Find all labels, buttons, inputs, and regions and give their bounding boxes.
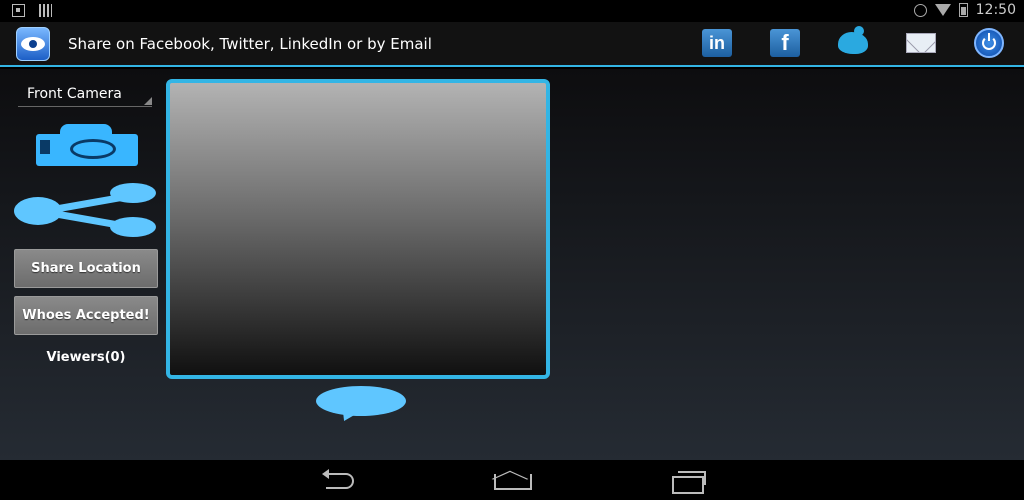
app-screen: 12:50 Share on Facebook, Twitter, Linked… [0, 0, 1024, 500]
action-bar: Share on Facebook, Twitter, LinkedIn or … [0, 22, 1024, 67]
app-title: Share on Facebook, Twitter, LinkedIn or … [68, 35, 432, 53]
whoes-accepted-button[interactable]: Whoes Accepted! [14, 296, 158, 335]
viewers-count: Viewers(0) [46, 350, 126, 365]
back-icon[interactable] [320, 468, 360, 492]
chat-button[interactable] [316, 386, 406, 425]
facebook-button[interactable]: f [768, 29, 802, 57]
email-icon [906, 33, 936, 53]
download-icon [12, 4, 25, 17]
power-button[interactable] [972, 28, 1006, 58]
camera-select-value: Front Camera [27, 86, 122, 102]
status-system: 12:50 [913, 2, 1016, 18]
camera-select[interactable]: Front Camera [18, 83, 152, 107]
wifi-icon [934, 4, 951, 16]
twitter-button[interactable] [836, 26, 870, 57]
status-bar: 12:50 [0, 0, 1024, 22]
navigation-bar [0, 460, 1024, 500]
battery-icon [958, 3, 968, 17]
share-location-button[interactable]: Share Location [14, 249, 158, 288]
linkedin-button[interactable]: in [700, 29, 734, 57]
status-time: 12:50 [975, 2, 1016, 18]
linkedin-icon: in [702, 29, 732, 57]
camera-preview[interactable] [166, 79, 550, 379]
status-notifications [12, 4, 52, 17]
dropdown-corner-icon [144, 97, 152, 105]
barcode-icon [39, 4, 52, 17]
main-content: Front Camera Share Location Whoes Accept… [0, 69, 1024, 460]
alarm-icon [913, 3, 927, 17]
home-icon[interactable] [492, 468, 532, 492]
email-button[interactable] [904, 29, 938, 57]
facebook-icon: f [770, 29, 800, 57]
recent-apps-icon[interactable] [666, 468, 706, 494]
eye-icon[interactable] [16, 27, 50, 61]
twitter-icon [838, 26, 868, 54]
share-button[interactable] [14, 183, 158, 239]
camera-button[interactable] [36, 124, 138, 166]
power-icon [974, 28, 1004, 58]
